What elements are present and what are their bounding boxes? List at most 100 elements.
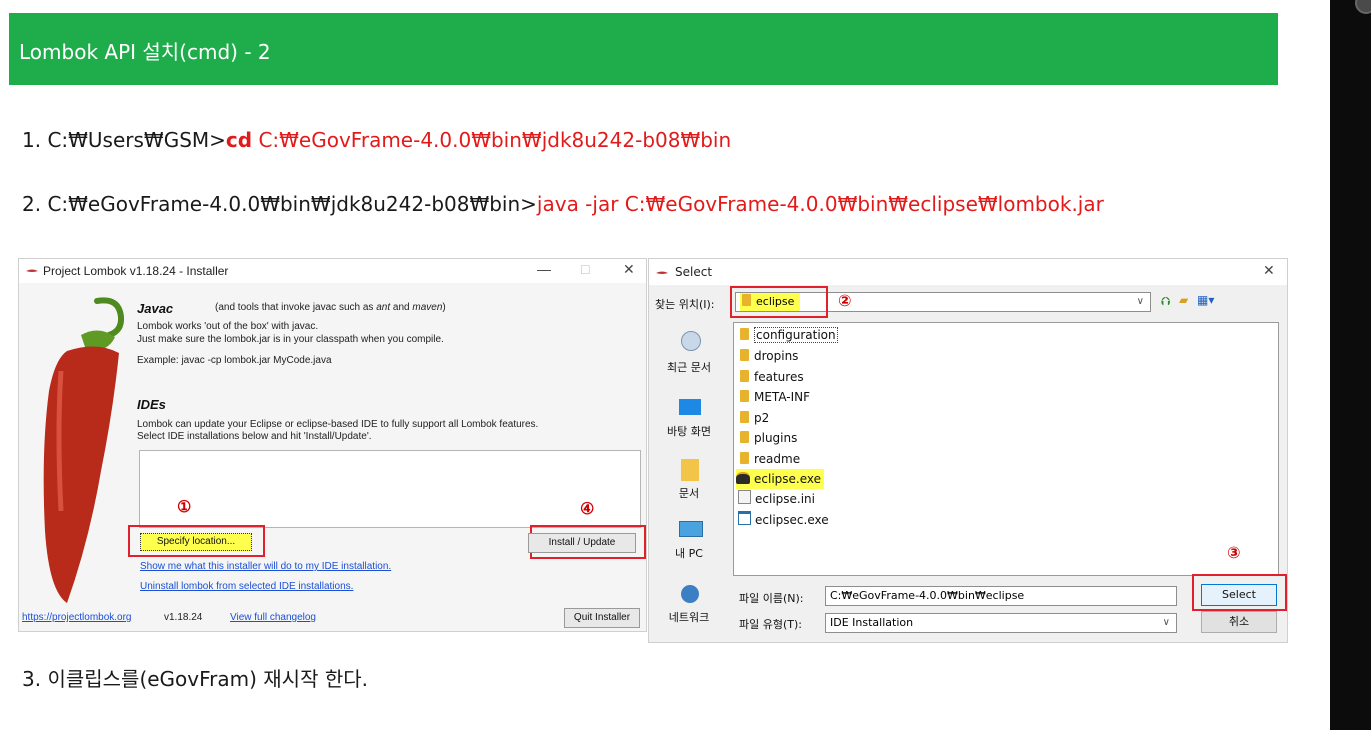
side-strip: [1330, 0, 1371, 730]
file-item[interactable]: eclipse.exe: [736, 469, 825, 489]
page-title: Lombok API 설치(cmd) - 2: [19, 40, 271, 64]
select-dialog: Select ✕ 찾는 위치(I): eclipse ∨ ② ⮉ ▰ ▦▾ 최근…: [648, 258, 1288, 643]
changelog-link[interactable]: View full changelog: [230, 612, 316, 623]
step-2: 2. C:₩eGovFrame-4.0.0₩bin₩jdk8u242-b08₩b…: [22, 192, 1104, 216]
dialog-close-icon[interactable]: ✕: [1263, 263, 1275, 279]
javac-line-1: Lombok works 'out of the box' with javac…: [137, 321, 319, 332]
maximize-icon: □: [581, 261, 590, 277]
install-update-button[interactable]: Install / Update: [528, 533, 636, 553]
select-title: Select: [675, 265, 713, 279]
file-item[interactable]: dropins: [740, 346, 798, 366]
cancel-button[interactable]: 취소: [1201, 611, 1277, 633]
specify-location-button[interactable]: Specify location...: [140, 533, 252, 551]
file-name: eclipse.exe: [754, 472, 822, 486]
javac-note-mid: and: [390, 302, 413, 313]
step-1: 1. C:₩Users₩GSM>cd C:₩eGovFrame-4.0.0₩bi…: [22, 128, 731, 152]
ides-heading: IDEs: [137, 397, 166, 412]
dialog-chili-icon: [655, 266, 669, 280]
place-desktop-label: 바탕 화면: [667, 425, 711, 438]
view-menu-icon[interactable]: ▦▾: [1197, 293, 1214, 307]
marker-1: ①: [177, 499, 192, 516]
step-3: 3. 이클립스를(eGovFram) 재시작 한다.: [22, 667, 369, 691]
file-list[interactable]: configuration dropins features META-INF …: [733, 322, 1279, 576]
select-titlebar: Select ✕: [649, 259, 1287, 285]
chevron-down-icon: ∨: [1162, 617, 1170, 628]
show-me-link[interactable]: Show me what this installer will do to m…: [140, 561, 391, 572]
computer-icon: [679, 521, 703, 537]
place-this-pc-label: 내 PC: [675, 547, 703, 560]
file-name: p2: [754, 411, 770, 425]
folder-icon: [740, 390, 749, 402]
place-recent-label: 최근 문서: [667, 361, 711, 374]
installer-titlebar: Project Lombok v1.18.24 - Installer — □ …: [19, 259, 646, 283]
documents-icon: [681, 459, 699, 481]
marker-4: ④: [580, 501, 595, 518]
javac-note-maven: maven: [412, 302, 443, 313]
file-name: configuration: [754, 327, 838, 343]
filetype-select[interactable]: IDE Installation ∨: [825, 613, 1177, 633]
folder-icon: [740, 349, 749, 361]
file-item[interactable]: readme: [740, 449, 800, 469]
look-in-label: 찾는 위치(I):: [655, 298, 715, 311]
javac-note-post: ): [442, 302, 446, 313]
file-name: eclipse.ini: [755, 492, 815, 506]
ides-line-1: Lombok can update your Eclipse or eclips…: [137, 419, 539, 430]
javac-note-ant: ant: [376, 302, 391, 313]
ides-line-2: Select IDE installations below and hit '…: [137, 431, 372, 442]
filename-input[interactable]: C:₩eGovFrame-4.0.0₩bin₩eclipse: [825, 586, 1177, 606]
filetype-label: 파일 유형(T):: [739, 618, 802, 631]
folder-icon: [740, 431, 749, 443]
up-folder-icon[interactable]: ⮉: [1161, 294, 1170, 309]
step-1-path: C:₩eGovFrame-4.0.0₩bin₩jdk8u242-b08₩bin: [258, 128, 732, 152]
folder-icon: [740, 370, 749, 382]
desktop-icon: [679, 399, 701, 415]
folder-icon: [740, 411, 749, 423]
step-1-command: cd: [225, 128, 253, 152]
javac-note-pre: (and tools that invoke javac such as: [215, 302, 377, 313]
ide-list[interactable]: [139, 450, 641, 528]
place-documents-label: 문서: [678, 487, 700, 500]
file-item[interactable]: eclipse.ini: [738, 489, 815, 509]
step-2-command: java -jar C:₩eGovFrame-4.0.0₩bin₩eclipse…: [536, 192, 1104, 216]
network-icon: [681, 585, 699, 603]
chevron-down-icon: ∨: [1136, 296, 1144, 307]
recent-documents-icon: [681, 331, 701, 351]
filename-label: 파일 이름(N):: [739, 592, 804, 605]
minimize-icon[interactable]: —: [537, 261, 551, 277]
select-button[interactable]: Select: [1201, 584, 1277, 606]
javac-note: (and tools that invoke javac such as ant…: [215, 302, 446, 313]
file-item[interactable]: features: [740, 367, 804, 387]
exe-file-icon: [738, 511, 751, 525]
file-name: dropins: [754, 349, 799, 363]
folder-icon: [740, 328, 749, 340]
quit-installer-button[interactable]: Quit Installer: [564, 608, 640, 628]
file-item[interactable]: p2: [740, 408, 769, 428]
javac-heading: Javac: [137, 301, 174, 316]
installer-title: Project Lombok v1.18.24 - Installer: [43, 264, 229, 278]
chili-pepper-icon: [43, 297, 125, 603]
file-item[interactable]: META-INF: [740, 387, 810, 407]
annotation-box-2: [730, 286, 828, 318]
site-link[interactable]: https://projectlombok.org: [22, 612, 132, 623]
uninstall-link[interactable]: Uninstall lombok from selected IDE insta…: [140, 581, 353, 592]
installer-window: Project Lombok v1.18.24 - Installer — □ …: [18, 258, 647, 632]
folder-icon: [740, 452, 749, 464]
file-item[interactable]: plugins: [740, 428, 797, 448]
installer-chili-icon: [25, 264, 39, 278]
filetype-value: IDE Installation: [830, 616, 914, 629]
file-item[interactable]: configuration: [740, 325, 838, 345]
javac-line-2: Just make sure the lombok.jar is in your…: [137, 334, 444, 345]
step-2-prefix: 2. C:₩eGovFrame-4.0.0₩bin₩jdk8u242-b08₩b…: [22, 192, 537, 216]
file-name: eclipsec.exe: [755, 513, 829, 527]
file-item[interactable]: eclipsec.exe: [738, 510, 829, 530]
eclipse-exe-icon: [736, 472, 750, 484]
version-label: v1.18.24: [164, 612, 203, 623]
ini-file-icon: [738, 490, 751, 504]
step-1-prefix: 1. C:₩Users₩GSM>: [22, 128, 226, 152]
file-name: plugins: [754, 431, 798, 445]
close-icon[interactable]: ✕: [623, 261, 635, 278]
marker-3: ③: [1227, 543, 1241, 562]
new-folder-icon[interactable]: ▰: [1179, 293, 1188, 307]
javac-example: Example: javac -cp lombok.jar MyCode.jav…: [137, 355, 332, 366]
file-name: readme: [754, 452, 801, 466]
